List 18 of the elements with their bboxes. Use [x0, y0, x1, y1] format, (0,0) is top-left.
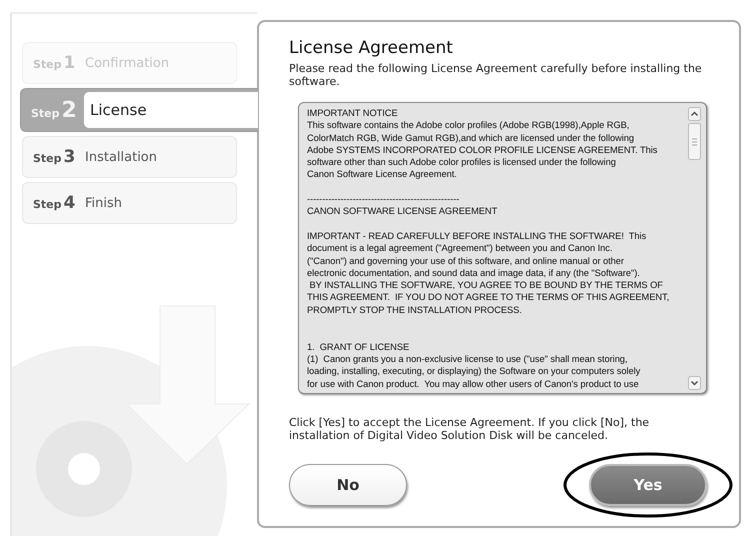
step-number: 3 [64, 147, 76, 167]
step-number: 2 [62, 98, 77, 122]
step-label: Finish [85, 196, 122, 210]
intro-text: Please read the following License Agreement carefully before installing the software. [289, 62, 703, 88]
license-text: IMPORTANT NOTICE This software contains the Adobe color profiles (Adobe RGB(1998),Apple RGB, ColorMatch RGB, Wide Gamut RGB),and which are licensed under the following Adobe SYSTEMS INCORPORATED COLOR PROFILE LICENSE AGREEMENT. This software other than such Adobe color profiles is licensed under the following Canon Software License Agreement. -------------------------------------------------- CANON SOFTWARE LICENSE AGREEMENT IMPORTANT - READ CAREFULLY BEFORE INSTALLING THE SOFTWARE! This document is a legal agreement ("Agreement") between you and Canon Inc. ("Canon") and governing your use of this software, and online manual or other electronic documentation, and sound data and image data, if any (the "Software"). BY INSTALLING THE SOFTWARE, YOU AGREE TO BE BOUND BY THE TERMS OF THIS AGREEMENT. IF YOU DO NOT AGREE TO THE TERMS OF THIS AGREEMENT, PROMPTLY STOP THE INSTALLATION PROCESS. 1. GRANT OF LICENSE (1) Canon grants you a non-exclusive license to use ("use" shall mean storing, loading, installing, executing, or displaying) the Software on your computers solely for use with Canon product. You may allow other users of Canon's product to use [307, 107, 670, 390]
step-prefix: Step [33, 198, 62, 211]
decline-button[interactable]: No [289, 464, 407, 506]
step-number: 4 [64, 193, 76, 213]
step-prefix: Step [33, 152, 62, 165]
scroll-up-icon[interactable] [688, 107, 701, 121]
scroll-down-icon[interactable] [688, 376, 701, 390]
step-label: Installation [85, 150, 158, 164]
accept-button[interactable]: Yes [589, 464, 707, 506]
instruction-text: Click [Yes] to accept the License Agreement. If you click [No], the installation of Digital Video Solution Disk will be canceled. [289, 416, 650, 442]
step-label: License [83, 91, 258, 129]
step-prefix: Step [31, 106, 60, 120]
panel-title: License Agreement [289, 38, 454, 58]
scroll-thumb[interactable] [688, 123, 701, 163]
